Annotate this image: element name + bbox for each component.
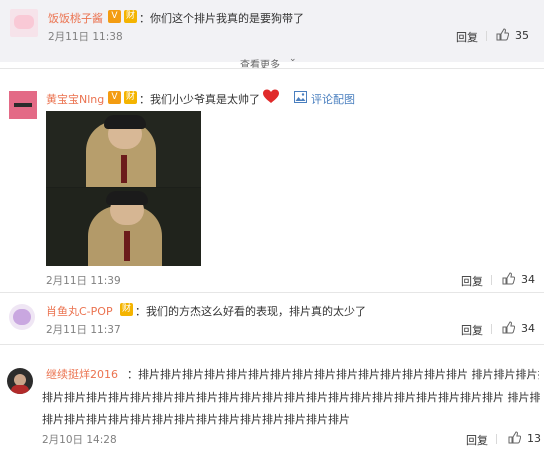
vip-badge-icon: V — [108, 91, 121, 104]
comment-text-line-1: ：排片排片排片排片排片排片排片排片排片排片排片排片排片排片排片 排片排片排片排片… — [127, 368, 539, 381]
comment-text: ：我们的方杰这么好看的表现，排片真的太少了 — [135, 305, 366, 318]
divider — [0, 292, 544, 293]
thumbs-up-icon[interactable] — [508, 431, 521, 444]
commenter-name[interactable]: 继续挺烊2016 — [46, 366, 118, 382]
comment-timestamp: 2月11日 11:39 — [46, 275, 121, 287]
avatar[interactable] — [9, 304, 35, 330]
action-separator — [496, 434, 497, 444]
reply-button[interactable]: 回复 — [461, 273, 483, 289]
comment-text: ：我们小少爷真是太帅了 — [139, 93, 260, 106]
like-count: 34 — [521, 273, 535, 286]
avatar[interactable] — [10, 9, 38, 37]
comment-text-line-2: 排片排片排片排片排片排片排片排片排片排片排片排片排片排片排片排片排片排片排片排片… — [42, 391, 540, 404]
comment-text-line-3: 排片排片排片排片排片排片排片排片排片排片排片排片排片排片 — [42, 413, 350, 426]
like-count: 35 — [515, 29, 529, 42]
commenter-name[interactable]: 饭饭桃子酱 — [48, 10, 103, 26]
heart-icon — [263, 89, 279, 103]
comment-photo[interactable] — [46, 111, 201, 266]
thumbs-up-icon[interactable] — [502, 272, 515, 285]
commenter-name[interactable]: 黄宝宝Nlng — [46, 91, 104, 107]
reply-button[interactable]: 回复 — [456, 29, 478, 45]
action-separator — [491, 324, 492, 334]
like-count: 13 — [527, 432, 541, 445]
divider — [0, 68, 544, 69]
comment-photo-link[interactable]: 评论配图 — [311, 91, 355, 107]
reply-button[interactable]: 回复 — [466, 432, 488, 448]
comment-timestamp: 2月11日 11:38 — [48, 31, 123, 43]
comment-timestamp: 2月10日 14:28 — [42, 434, 117, 446]
wealth-badge-icon: 财 — [124, 10, 137, 23]
thumbs-up-icon[interactable] — [502, 321, 515, 334]
thumbs-up-icon[interactable] — [496, 28, 509, 41]
chevron-down-icon[interactable]: ⌄ — [289, 54, 297, 64]
action-separator — [486, 31, 487, 41]
commenter-name[interactable]: 肖鱼丸C-POP — [46, 303, 113, 319]
like-count: 34 — [521, 322, 535, 335]
reply-button[interactable]: 回复 — [461, 322, 483, 338]
divider — [0, 344, 544, 345]
action-separator — [491, 275, 492, 285]
wealth-badge-icon: 财 — [120, 303, 133, 316]
vip-badge-icon: V — [108, 10, 121, 23]
comment-timestamp: 2月11日 11:37 — [46, 324, 121, 336]
wealth-badge-icon: 财 — [124, 91, 137, 104]
comment-text: ：你们这个排片我真的是要狗带了 — [139, 12, 304, 25]
image-icon[interactable] — [294, 91, 307, 103]
avatar[interactable] — [9, 91, 37, 119]
avatar[interactable] — [7, 368, 33, 394]
